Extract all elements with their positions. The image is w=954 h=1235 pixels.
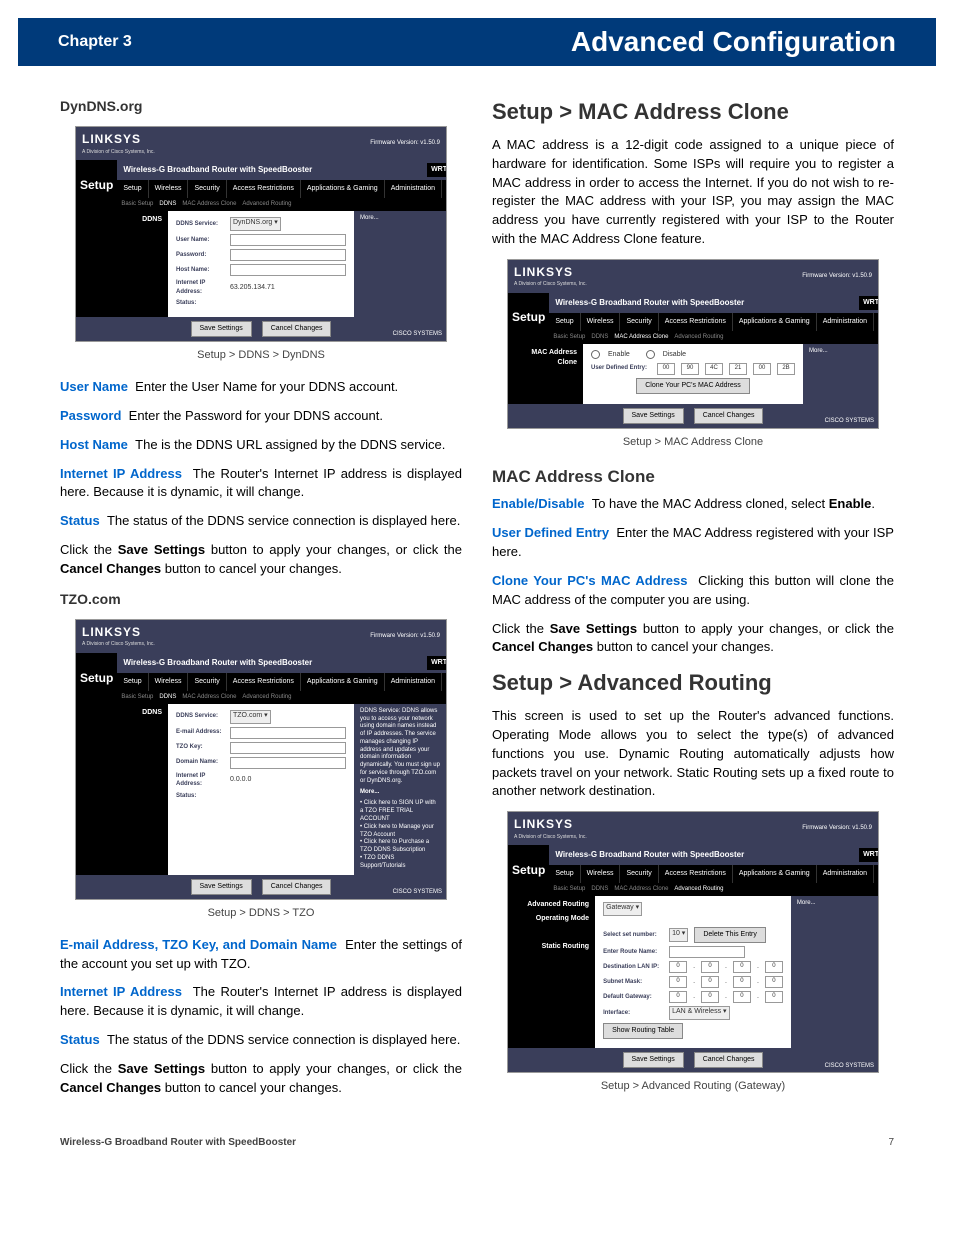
save-settings-button[interactable]: Save Settings xyxy=(623,1052,684,1068)
chapter-label: Chapter 3 xyxy=(58,33,132,51)
mac-clone-heading: Setup > MAC Address Clone xyxy=(492,96,894,128)
cancel-changes-button[interactable]: Cancel Changes xyxy=(262,321,332,337)
tab-wireless[interactable]: Wireless xyxy=(149,180,189,198)
tab-status[interactable]: Status xyxy=(442,180,447,198)
setup-label: Setup xyxy=(76,160,117,211)
figure-tzo: LINKSYS A Division of Cisco Systems, Inc… xyxy=(75,619,447,900)
operating-mode-select[interactable]: Gateway ▾ xyxy=(603,902,642,916)
figure-caption: Setup > Advanced Routing (Gateway) xyxy=(492,1079,894,1095)
footer-product: Wireless-G Broadband Router with SpeedBo… xyxy=(60,1137,296,1148)
save-settings-button[interactable]: Save Settings xyxy=(191,321,252,337)
tab-setup[interactable]: Setup xyxy=(117,180,148,198)
figure-mac-clone: LINKSYS A Division of Cisco Systems, Inc… xyxy=(507,259,879,429)
password-input[interactable] xyxy=(230,249,346,261)
tab-access[interactable]: Access Restrictions xyxy=(227,180,301,198)
figure-adv-routing: LINKSYS A Division of Cisco Systems, Inc… xyxy=(507,811,879,1073)
cancel-changes-button[interactable]: Cancel Changes xyxy=(694,408,764,424)
mac-clone-subheading: MAC Address Clone xyxy=(492,465,894,490)
left-column: DynDNS.org LINKSYS A Division of Cisco S… xyxy=(60,96,462,1109)
hostname-input[interactable] xyxy=(230,264,346,276)
clone-pc-mac-button[interactable]: Clone Your PC's MAC Address xyxy=(636,378,750,394)
username-input[interactable] xyxy=(230,234,346,246)
dyndns-heading: DynDNS.org xyxy=(60,96,462,116)
linksys-logo: LINKSYS xyxy=(82,131,155,148)
enable-radio[interactable] xyxy=(591,350,600,359)
chapter-header: Chapter 3 Advanced Configuration xyxy=(18,18,936,66)
cancel-changes-button[interactable]: Cancel Changes xyxy=(262,879,332,895)
save-settings-button[interactable]: Save Settings xyxy=(623,408,684,424)
tab-apps[interactable]: Applications & Gaming xyxy=(301,180,385,198)
delete-entry-button[interactable]: Delete This Entry xyxy=(694,927,766,943)
cancel-changes-button[interactable]: Cancel Changes xyxy=(694,1052,764,1068)
page-number: 7 xyxy=(888,1137,894,1148)
tab-security[interactable]: Security xyxy=(188,180,226,198)
figure-caption: Setup > DDNS > DynDNS xyxy=(60,348,462,364)
interface-select[interactable]: LAN & Wireless ▾ xyxy=(669,1006,729,1020)
adv-routing-heading: Setup > Advanced Routing xyxy=(492,667,894,699)
ddns-service-select[interactable]: TZO.com ▾ xyxy=(230,710,271,724)
save-settings-button[interactable]: Save Settings xyxy=(191,879,252,895)
figure-caption: Setup > MAC Address Clone xyxy=(492,435,894,451)
chapter-title: Advanced Configuration xyxy=(571,26,896,58)
page-footer: Wireless-G Broadband Router with SpeedBo… xyxy=(0,1129,954,1168)
figure-dyndns: LINKSYS A Division of Cisco Systems, Inc… xyxy=(75,126,447,342)
ddns-service-select[interactable]: DynDNS.org ▾ xyxy=(230,217,281,231)
figure-caption: Setup > DDNS > TZO xyxy=(60,906,462,922)
disable-radio[interactable] xyxy=(646,350,655,359)
set-number-select[interactable]: 10 ▾ xyxy=(669,928,688,942)
right-column: Setup > MAC Address Clone A MAC address … xyxy=(492,96,894,1109)
tzo-heading: TZO.com xyxy=(60,589,462,609)
save-note: Click the Save Settings button to apply … xyxy=(60,541,462,579)
tab-admin[interactable]: Administration xyxy=(385,180,442,198)
show-routing-button[interactable]: Show Routing Table xyxy=(603,1023,683,1039)
